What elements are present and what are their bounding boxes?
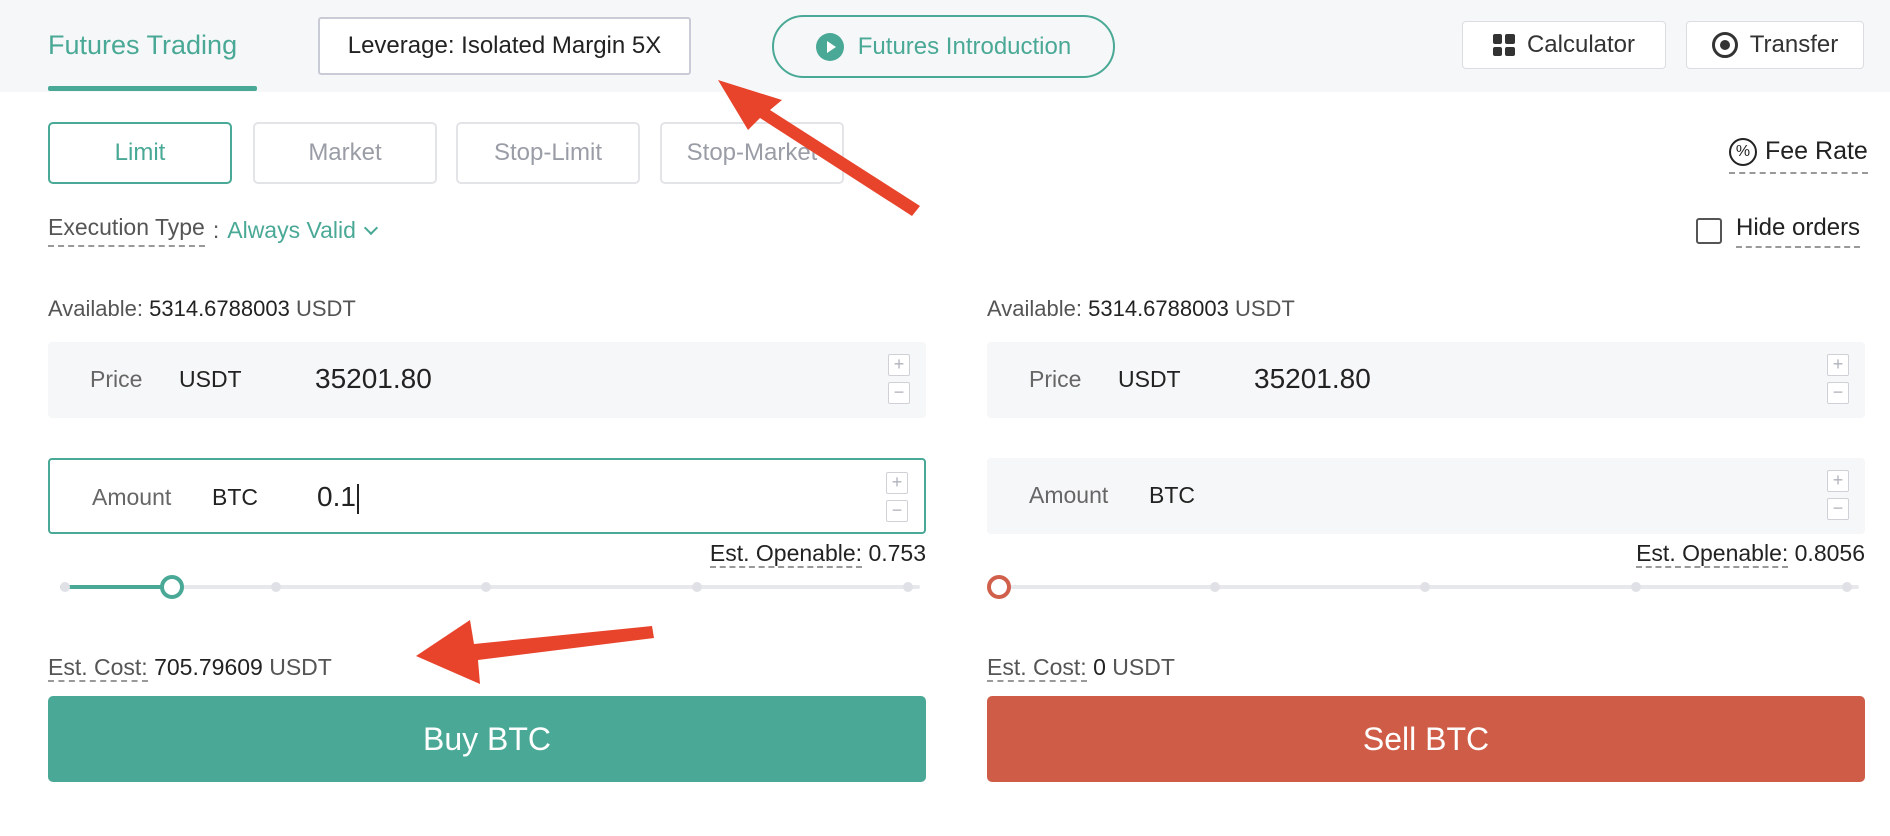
amount-field[interactable]: Amount BTC + − bbox=[987, 458, 1865, 534]
est-openable-label: Est. Openable: bbox=[709, 540, 863, 568]
amount-unit: BTC bbox=[212, 484, 258, 510]
leverage-selector[interactable]: Leverage: Isolated Margin 5X bbox=[318, 17, 691, 75]
futures-introduction-button[interactable]: Futures Introduction bbox=[772, 15, 1115, 78]
increment-icon[interactable]: + bbox=[1827, 354, 1849, 376]
execution-type-dropdown[interactable]: Always Valid bbox=[227, 217, 356, 244]
fee-rate-link[interactable]: % Fee Rate bbox=[1729, 137, 1868, 174]
percent-icon: % bbox=[1729, 137, 1757, 166]
slider-step-dot[interactable] bbox=[902, 582, 913, 592]
buy-btc-button[interactable]: Buy BTC bbox=[48, 696, 926, 782]
amount-label: Amount bbox=[1029, 482, 1109, 508]
est-cost-label: Est. Cost: bbox=[48, 654, 148, 682]
est-openable: Est. Openable: 0.753 bbox=[709, 540, 926, 568]
slider-thumb[interactable] bbox=[159, 575, 184, 599]
sell-panel: Available: 5314.6788003 USDT Price USDT … bbox=[987, 296, 1865, 786]
price-unit: USDT bbox=[179, 366, 242, 392]
price-stepper: + − bbox=[888, 354, 912, 410]
amount-slider[interactable] bbox=[60, 572, 920, 602]
amount-stepper: + − bbox=[886, 472, 910, 528]
fee-rate-label: Fee Rate bbox=[1765, 137, 1868, 165]
decrement-icon[interactable]: − bbox=[886, 500, 908, 522]
slider-step-dot[interactable] bbox=[270, 582, 281, 592]
top-bar: Futures Trading Leverage: Isolated Margi… bbox=[0, 0, 1890, 92]
available-unit: USDT bbox=[1234, 296, 1295, 321]
price-field[interactable]: Price USDT 35201.80 + − bbox=[48, 342, 926, 418]
price-input[interactable]: 35201.80 bbox=[1254, 363, 1371, 395]
active-tab-underline bbox=[48, 86, 257, 91]
est-cost-value: 705.79609 bbox=[154, 654, 263, 680]
available-balance: Available: 5314.6788003 USDT bbox=[48, 296, 356, 322]
est-cost-unit: USDT bbox=[1112, 654, 1175, 680]
order-type-stop-market[interactable]: Stop-Market bbox=[660, 122, 844, 184]
slider-step-dot[interactable] bbox=[1631, 582, 1642, 592]
order-type-stop-limit[interactable]: Stop-Limit bbox=[456, 122, 640, 184]
price-label: Price bbox=[90, 366, 143, 392]
slider-fill bbox=[60, 585, 172, 589]
available-label: Available: bbox=[48, 296, 143, 321]
est-openable: Est. Openable: 0.8056 bbox=[1636, 540, 1865, 568]
transfer-label: Transfer bbox=[1749, 31, 1839, 58]
price-stepper: + − bbox=[1827, 354, 1851, 410]
order-type-market[interactable]: Market bbox=[253, 122, 437, 184]
available-unit: USDT bbox=[295, 296, 356, 321]
price-field[interactable]: Price USDT 35201.80 + − bbox=[987, 342, 1865, 418]
text-caret bbox=[356, 483, 359, 514]
est-cost-label: Est. Cost: bbox=[987, 654, 1087, 682]
execution-type-colon: : bbox=[212, 217, 220, 243]
decrement-icon[interactable]: − bbox=[1827, 498, 1849, 520]
decrement-icon[interactable]: − bbox=[1827, 382, 1849, 404]
sell-btc-button[interactable]: Sell BTC bbox=[987, 696, 1865, 782]
increment-icon[interactable]: + bbox=[888, 354, 910, 376]
transfer-button[interactable]: Transfer bbox=[1686, 21, 1864, 69]
slider-step-dot[interactable] bbox=[1420, 582, 1431, 592]
chevron-down-icon[interactable] bbox=[363, 220, 379, 235]
price-unit: USDT bbox=[1118, 366, 1181, 392]
amount-input-value: 0.1 bbox=[317, 481, 356, 512]
est-cost-value: 0 bbox=[1093, 654, 1106, 680]
amount-field[interactable]: Amount BTC 0.1 + − bbox=[48, 458, 926, 534]
slider-thumb[interactable] bbox=[987, 575, 1011, 599]
calculator-label: Calculator bbox=[1526, 31, 1636, 58]
increment-icon[interactable]: + bbox=[886, 472, 908, 494]
est-cost-unit: USDT bbox=[269, 654, 332, 680]
available-value: 5314.6788003 bbox=[149, 296, 290, 321]
price-label: Price bbox=[1029, 366, 1082, 392]
calculator-button[interactable]: Calculator bbox=[1462, 21, 1666, 69]
hide-orders-toggle[interactable]: Hide orders bbox=[1696, 214, 1861, 248]
play-icon bbox=[815, 32, 844, 61]
slider-step-dot[interactable] bbox=[60, 582, 70, 592]
slider-step-dot[interactable] bbox=[1841, 582, 1852, 592]
order-type-limit[interactable]: Limit bbox=[48, 122, 232, 184]
est-openable-label: Est. Openable: bbox=[1636, 540, 1789, 568]
est-cost: Est. Cost: 705.79609 USDT bbox=[48, 654, 332, 682]
slider-step-dot[interactable] bbox=[692, 582, 703, 592]
hide-orders-label: Hide orders bbox=[1736, 214, 1861, 248]
slider-step-dot[interactable] bbox=[481, 582, 492, 592]
hide-orders-checkbox[interactable] bbox=[1696, 218, 1722, 244]
est-cost: Est. Cost: 0 USDT bbox=[987, 654, 1175, 682]
amount-stepper: + − bbox=[1827, 470, 1851, 526]
amount-input[interactable]: 0.1 bbox=[317, 481, 359, 514]
amount-unit: BTC bbox=[1149, 482, 1195, 508]
slider-step-dot[interactable] bbox=[1209, 582, 1220, 592]
transfer-icon bbox=[1711, 32, 1738, 58]
execution-type-label: Execution Type bbox=[48, 214, 205, 247]
est-openable-value: 0.753 bbox=[868, 540, 926, 566]
calculator-icon bbox=[1492, 34, 1515, 56]
buy-panel: Available: 5314.6788003 USDT Price USDT … bbox=[48, 296, 926, 786]
price-input[interactable]: 35201.80 bbox=[315, 363, 432, 395]
available-label: Available: bbox=[987, 296, 1082, 321]
decrement-icon[interactable]: − bbox=[888, 382, 910, 404]
est-openable-value: 0.8056 bbox=[1794, 540, 1865, 566]
execution-type-row: Execution Type : Always Valid bbox=[48, 214, 379, 247]
amount-slider[interactable] bbox=[987, 572, 1859, 602]
futures-introduction-label: Futures Introduction bbox=[857, 32, 1072, 60]
amount-label: Amount bbox=[92, 484, 172, 510]
available-balance: Available: 5314.6788003 USDT bbox=[987, 296, 1295, 322]
tab-futures-trading[interactable]: Futures Trading bbox=[48, 30, 237, 61]
increment-icon[interactable]: + bbox=[1827, 470, 1849, 492]
available-value: 5314.6788003 bbox=[1088, 296, 1229, 321]
